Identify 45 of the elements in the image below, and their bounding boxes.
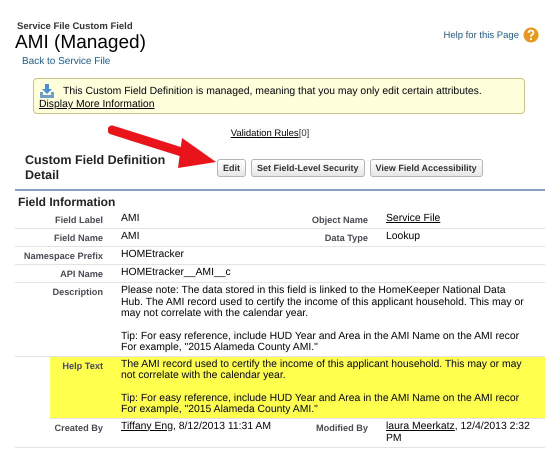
field-label: Object Name — [310, 214, 368, 226]
field-label: Field Name — [52, 232, 103, 244]
field-value: PM — [386, 432, 402, 444]
record-link[interactable]: Service File — [386, 213, 440, 224]
text-line: not correlate with the calendar year. — [121, 370, 287, 382]
record-link[interactable]: laura Meerkatz — [386, 420, 455, 432]
field-value: AMI — [121, 231, 140, 242]
section-title: Custom Field Definition Detail — [25, 153, 166, 183]
text-line: Hub. The AMI record used to certify the income of this applicant household. This may or — [121, 296, 525, 308]
subsection-title: Field Information — [17, 194, 116, 211]
field-value: HOMEtracker__AMI__c — [121, 267, 231, 278]
action-button[interactable]: View Field Accessibility — [370, 159, 483, 177]
text-line: may not correlate with the calendar year. — [121, 308, 310, 320]
field-value: HOMEtracker — [121, 249, 184, 260]
back-link[interactable]: Back to Service File — [22, 56, 110, 67]
field-label: Namespace Prefix — [22, 250, 103, 262]
field-value: Lookup — [386, 231, 420, 242]
text-line: Tip: For easy reference, include HUD Year and Area in the AMI Name on the AMI recor — [121, 392, 520, 404]
field-label: Field Label — [54, 214, 103, 226]
validation-rules-count: [0] — [298, 128, 310, 139]
field-label: API Name — [59, 268, 103, 280]
field-value: AMI — [121, 213, 140, 224]
page-title: AMI (Managed) — [15, 32, 146, 54]
more-info-link[interactable]: Display More Information — [39, 99, 154, 110]
text-line: Tip: For easy reference, include HUD Year and Area in the AMI Name on the AMI recor — [121, 330, 520, 342]
field-label: Modified By — [314, 422, 368, 434]
help-icon[interactable] — [523, 27, 539, 43]
text-line: For example, "2015 Alameda County AMI." — [121, 404, 319, 416]
field-value: , 8/12/2013 11:31 AM — [172, 420, 271, 432]
notice-message: This Custom Field Definition is managed, meaning that you may only edit certain attributes. — [63, 86, 482, 96]
download-icon — [39, 83, 55, 99]
text-line: The AMI record used to certify the income of this applicant household. This may or may — [121, 358, 523, 370]
field-label: Description — [51, 286, 103, 298]
field-label: Help Text — [61, 360, 103, 372]
help-link[interactable]: Help for this Page — [443, 30, 519, 40]
field-label: Created By — [53, 422, 103, 434]
validation-rules-link[interactable]: Validation Rules — [230, 128, 299, 139]
action-button[interactable]: Set Field-Level Security — [251, 159, 365, 177]
text-line: For example, "2015 Alameda County AMI." — [121, 342, 319, 354]
text-line: Please note: The data stored in this field is linked to the HomeKeeper National Data — [121, 285, 506, 296]
user-link[interactable]: Tiffany Eng — [121, 420, 173, 432]
field-label: Data Type — [324, 232, 368, 244]
object-type-label: Service File Custom Field — [17, 21, 134, 32]
action-button[interactable]: Edit — [217, 159, 246, 177]
field-value: , 12/4/2013 2:32 — [454, 420, 530, 432]
